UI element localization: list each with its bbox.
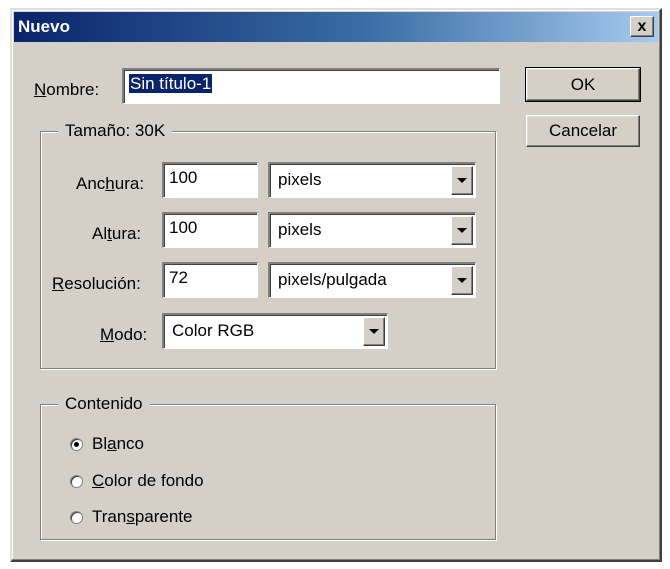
name-input-value: Sin título-1 — [129, 74, 213, 93]
close-button[interactable]: x — [630, 16, 654, 37]
radio-button-selected[interactable] — [70, 437, 83, 451]
resolution-label: Resolución: — [52, 274, 141, 293]
resolution-unit-dropdown-button[interactable] — [451, 266, 473, 295]
content-group-legend: Contenido — [58, 394, 150, 414]
chevron-down-icon — [457, 228, 467, 233]
mode-value: Color RGB — [172, 321, 255, 340]
chevron-down-icon — [457, 278, 467, 283]
cancel-button[interactable]: Cancelar — [526, 115, 640, 147]
width-unit-dropdown-button[interactable] — [451, 166, 473, 195]
resolution-unit-value: pixels/pulgada — [278, 270, 387, 289]
radio-label-transparent: Transparente — [92, 507, 193, 526]
ok-button[interactable]: OK — [525, 67, 641, 102]
mode-label: Modo: — [100, 325, 148, 344]
width-unit-select[interactable]: pixels — [268, 162, 476, 198]
radio-option-background-color[interactable]: Color de fondo — [70, 471, 204, 491]
mode-select[interactable]: Color RGB — [162, 313, 388, 349]
resolution-unit-select[interactable]: pixels/pulgada — [268, 262, 476, 298]
height-unit-select[interactable]: pixels — [268, 212, 476, 248]
radio-option-transparent[interactable]: Transparente — [70, 507, 193, 527]
height-unit-dropdown-button[interactable] — [451, 216, 473, 245]
new-document-dialog: Nuevo x Nombre: Sin título-1 OK Cancelar… — [10, 8, 662, 562]
name-label: Nombre: — [34, 80, 100, 99]
radio-label-white: Blanco — [92, 434, 145, 453]
close-icon: x — [637, 17, 647, 35]
radio-button[interactable] — [70, 474, 83, 488]
radio-label-background-color: Color de fondo — [92, 471, 204, 490]
width-label: Anchura: — [76, 174, 145, 193]
dialog-title: Nuevo — [18, 17, 70, 36]
size-group-legend: Tamaño: 30K — [58, 121, 173, 141]
title-bar[interactable]: Nuevo x — [14, 12, 658, 42]
radio-button[interactable] — [70, 510, 83, 524]
width-unit-value: pixels — [278, 170, 322, 189]
height-unit-value: pixels — [278, 220, 322, 239]
resolution-input[interactable]: 72 — [162, 262, 258, 298]
height-label: Altura: — [92, 224, 142, 243]
mode-dropdown-button[interactable] — [363, 317, 385, 346]
chevron-down-icon — [369, 329, 379, 334]
radio-option-white[interactable]: Blanco — [70, 434, 144, 454]
chevron-down-icon — [457, 178, 467, 183]
height-input[interactable]: 100 — [162, 212, 258, 248]
name-input[interactable]: Sin título-1 — [122, 68, 500, 104]
width-input[interactable]: 100 — [162, 162, 258, 198]
